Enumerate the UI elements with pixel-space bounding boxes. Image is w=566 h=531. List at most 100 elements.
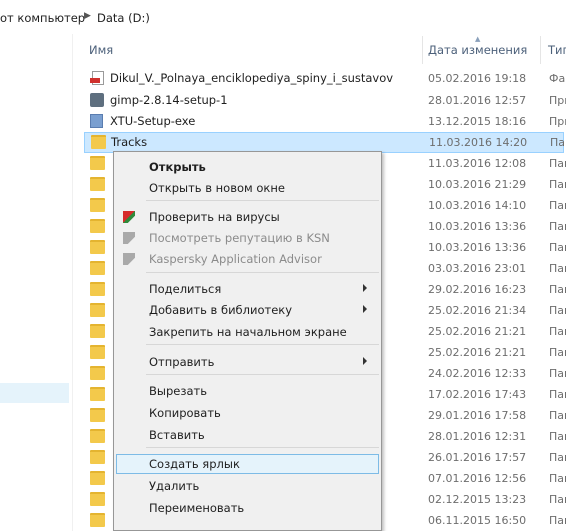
menu-item-open-new-window[interactable]: Открыть в новом окне xyxy=(116,178,379,198)
file-date: 10.03.2016 21:29 xyxy=(428,178,527,191)
menu-item-send-to[interactable]: Отправить xyxy=(116,352,379,372)
file-type: При xyxy=(549,115,566,128)
menu-item-label: Удалить xyxy=(149,479,200,493)
file-type: Пап xyxy=(549,514,566,527)
column-divider[interactable] xyxy=(422,36,423,64)
gimp-installer-icon xyxy=(90,93,104,107)
navigation-pane[interactable] xyxy=(0,34,73,531)
file-type: Пап xyxy=(549,157,566,170)
file-row[interactable]: Dikul_V._Polnaya_enciklopediya_spiny_i_s… xyxy=(86,68,566,89)
menu-item-label: Поделиться xyxy=(149,282,222,296)
submenu-arrow-icon xyxy=(363,357,367,365)
menu-item-label: Создать ярлык xyxy=(149,457,240,471)
menu-separator xyxy=(146,200,379,201)
menu-item-label: Отправить xyxy=(149,355,215,369)
menu-item-open[interactable]: Открыть xyxy=(116,157,379,177)
file-row[interactable]: gimp-2.8.14-setup-1 28.01.2016 12:57 При xyxy=(86,90,566,111)
installer-icon xyxy=(90,114,103,128)
address-bar[interactable]: от компьютер ▶ Data (D:) xyxy=(0,0,566,34)
file-type: Пап xyxy=(549,199,566,212)
menu-separator xyxy=(146,272,379,273)
file-date: 13.12.2015 18:16 xyxy=(428,115,527,128)
column-header-type[interactable]: Тип xyxy=(548,43,566,57)
file-type: Пап xyxy=(549,178,566,191)
file-date: 17.02.2016 17:43 xyxy=(428,388,527,401)
folder-icon xyxy=(90,282,105,296)
kaspersky-icon xyxy=(123,232,135,244)
column-divider[interactable] xyxy=(540,36,541,64)
file-type: Пап xyxy=(549,409,566,422)
menu-item-create-shortcut[interactable]: Создать ярлык xyxy=(116,454,379,474)
menu-item-scan-viruses[interactable]: Проверить на вирусы xyxy=(116,207,379,227)
file-date: 26.01.2016 17:57 xyxy=(428,451,527,464)
file-date: 24.02.2016 12:33 xyxy=(428,367,527,380)
file-row[interactable]: Tracks 11.03.2016 14:20 Пап xyxy=(84,132,566,153)
file-date: 06.11.2015 16:50 xyxy=(428,514,527,527)
file-name: Dikul_V._Polnaya_enciklopediya_spiny_i_s… xyxy=(110,71,394,85)
menu-separator xyxy=(146,344,379,345)
file-type: Пап xyxy=(549,367,566,380)
folder-icon xyxy=(90,240,105,254)
menu-item-pin-to-start[interactable]: Закрепить на начальном экране xyxy=(116,322,379,342)
file-date: 25.02.2016 21:21 xyxy=(428,346,527,359)
file-date: 10.03.2016 13:36 xyxy=(428,241,527,254)
menu-item-paste[interactable]: Вставить xyxy=(116,425,379,445)
folder-icon xyxy=(90,450,105,464)
breadcrumb-chevron-icon[interactable]: ▶ xyxy=(84,11,91,21)
breadcrumb-computer[interactable]: от компьютер xyxy=(0,11,85,25)
folder-icon xyxy=(90,429,105,443)
kaspersky-icon xyxy=(123,211,135,223)
folder-icon xyxy=(90,471,105,485)
file-date: 05.02.2016 19:18 xyxy=(428,72,527,85)
column-header-date[interactable]: Дата изменения xyxy=(428,43,527,57)
menu-item-label: Проверить на вирусы xyxy=(149,210,280,224)
file-date: 29.02.2016 16:23 xyxy=(428,283,527,296)
folder-icon xyxy=(90,177,105,191)
file-name: gimp-2.8.14-setup-1 xyxy=(110,93,228,107)
folder-icon xyxy=(90,387,105,401)
menu-item-share[interactable]: Поделиться xyxy=(116,279,379,299)
breadcrumb-drive[interactable]: Data (D:) xyxy=(97,11,150,25)
menu-item-cut[interactable]: Вырезать xyxy=(116,381,379,401)
file-type: Пап xyxy=(550,136,566,149)
menu-item-rename[interactable]: Переименовать xyxy=(116,498,379,518)
folder-icon xyxy=(90,366,105,380)
menu-item-kaspersky-advisor[interactable]: Kaspersky Application Advisor xyxy=(116,249,379,269)
menu-item-label: Kaspersky Application Advisor xyxy=(149,252,322,266)
file-type: Пап xyxy=(549,262,566,275)
submenu-arrow-icon xyxy=(363,305,367,313)
file-date: 10.03.2016 13:36 xyxy=(428,220,527,233)
menu-item-label: Копировать xyxy=(149,406,221,420)
navigation-pane-selected-item[interactable] xyxy=(0,383,69,403)
menu-item-ksn-reputation[interactable]: Посмотреть репутацию в KSN xyxy=(116,228,379,248)
file-date: 29.01.2016 17:58 xyxy=(428,409,527,422)
kaspersky-icon xyxy=(123,253,135,265)
file-type: Фай xyxy=(549,72,566,85)
folder-icon xyxy=(91,135,106,149)
context-menu: Открыть Открыть в новом окне Проверить на … xyxy=(113,151,382,531)
folder-icon xyxy=(90,219,105,233)
file-type: Пап xyxy=(549,346,566,359)
folder-icon xyxy=(90,345,105,359)
pdf-icon xyxy=(90,71,104,85)
folder-icon xyxy=(90,198,105,212)
file-row[interactable]: XTU-Setup-exe 13.12.2015 18:16 При xyxy=(86,111,566,132)
menu-item-delete[interactable]: Удалить xyxy=(116,476,379,496)
menu-item-label: Вставить xyxy=(149,428,205,442)
folder-icon xyxy=(90,492,105,506)
file-type: Пап xyxy=(549,430,566,443)
file-type: При xyxy=(549,94,566,107)
column-header-name[interactable]: Имя xyxy=(89,43,113,57)
file-type: Пап xyxy=(549,451,566,464)
file-type: Пап xyxy=(549,241,566,254)
sort-ascending-icon: ▲ xyxy=(475,35,481,43)
file-name: Tracks xyxy=(111,135,148,149)
file-date: 28.01.2016 12:57 xyxy=(428,94,527,107)
menu-item-copy[interactable]: Копировать xyxy=(116,403,379,423)
file-type: Пап xyxy=(549,388,566,401)
file-date: 10.03.2016 14:10 xyxy=(428,199,527,212)
folder-icon xyxy=(90,324,105,338)
menu-item-add-to-library[interactable]: Добавить в библиотеку xyxy=(116,300,379,320)
file-type: Пап xyxy=(549,283,566,296)
menu-separator xyxy=(146,374,379,375)
